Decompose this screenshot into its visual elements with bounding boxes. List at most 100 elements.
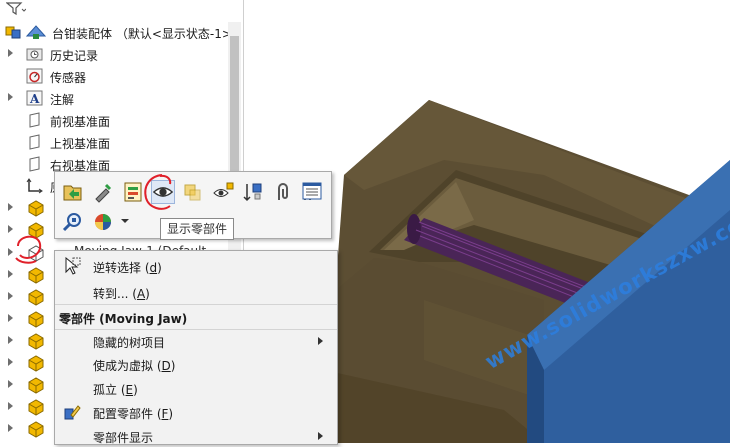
- expand-arrow-icon[interactable]: [8, 292, 13, 300]
- tree-item-part[interactable]: [0, 396, 60, 418]
- context-menu: 逆转选择 (d) 转到... (A) 零部件 (Moving Jaw) 隐藏的树…: [54, 250, 338, 445]
- tree-item-part[interactable]: [0, 219, 60, 241]
- expand-arrow-icon[interactable]: [8, 380, 13, 388]
- display-state-icon: [25, 25, 47, 39]
- cursor-select-icon: [65, 257, 81, 275]
- part-icon: [28, 421, 44, 438]
- appearance-button[interactable]: [91, 210, 115, 234]
- tree-item-part[interactable]: [0, 264, 60, 286]
- tree-item-label: 传感器: [50, 71, 87, 85]
- menu-section-title: 零部件 (Moving Jaw): [59, 312, 188, 326]
- open-part-button[interactable]: [61, 180, 85, 204]
- annotation-icon: A: [26, 90, 43, 106]
- edit-part-button[interactable]: [91, 180, 115, 204]
- tree-item-label: 前视基准面: [50, 115, 111, 129]
- change-transparency-button[interactable]: [181, 180, 205, 204]
- part-icon: [28, 355, 44, 372]
- part-icon: [28, 311, 44, 328]
- plane-icon: [29, 134, 40, 150]
- assembly-visualization-icon: [124, 182, 142, 202]
- plane-icon: [29, 156, 40, 172]
- part-icon: [28, 200, 44, 217]
- part-outline-icon: [28, 245, 44, 262]
- origin-icon: [26, 178, 43, 194]
- expand-arrow-icon[interactable]: [8, 225, 13, 233]
- show-component-button[interactable]: [151, 180, 175, 204]
- menu-item-label: 逆转选择 (d): [93, 261, 162, 275]
- show-component-icon: [152, 187, 174, 197]
- expand-arrow-icon[interactable]: [8, 93, 13, 101]
- menu-item-label: 零部件显示: [93, 431, 154, 445]
- part-icon: [28, 377, 44, 394]
- submenu-arrow-icon: [318, 432, 323, 440]
- zoom-to-selection-icon: [62, 213, 81, 232]
- expand-arrow-icon[interactable]: [8, 402, 13, 410]
- expand-arrow-icon[interactable]: [8, 336, 13, 344]
- expand-arrow-icon[interactable]: [8, 49, 13, 57]
- tree-display-button[interactable]: [300, 179, 324, 203]
- tree-item-part[interactable]: [0, 308, 60, 330]
- expand-arrow-icon[interactable]: [8, 270, 13, 278]
- tree-root-label: 台钳装配体 （默认<显示状态-1>: [52, 27, 232, 41]
- menu-item-label: 隐藏的树项目: [93, 336, 166, 350]
- list-view-icon: [302, 182, 322, 200]
- menu-item-label: 孤立 (E): [93, 383, 138, 397]
- tree-item-annotations[interactable]: A 注解: [0, 87, 226, 109]
- mate-icon: [278, 183, 288, 200]
- tree-item-history[interactable]: 历史记录: [0, 43, 226, 65]
- filter-icon[interactable]: [6, 2, 26, 16]
- component-properties-icon: [243, 183, 262, 202]
- edit-part-icon: [95, 183, 112, 203]
- mate-button[interactable]: [271, 180, 295, 204]
- plane-icon: [29, 112, 40, 128]
- expand-arrow-icon[interactable]: [8, 203, 13, 211]
- menu-item-label: 配置零部件 (F): [93, 407, 174, 421]
- tree-item-top-plane[interactable]: 上视基准面: [0, 131, 226, 153]
- expand-arrow-icon[interactable]: [8, 424, 13, 432]
- expand-arrow-icon[interactable]: [8, 248, 13, 256]
- svg-text:A: A: [29, 92, 40, 106]
- tree-item-sensors[interactable]: 传感器: [0, 65, 226, 87]
- history-folder-icon: [26, 48, 43, 61]
- menu-item-label: 使成为虚拟 (D): [93, 359, 176, 373]
- dropdown-arrow-icon[interactable]: [121, 219, 129, 223]
- open-part-icon: [63, 185, 82, 201]
- component-properties-button[interactable]: [241, 180, 265, 204]
- tree-item-part[interactable]: [0, 286, 60, 308]
- expand-arrow-icon[interactable]: [8, 314, 13, 322]
- hidden-components-icon: [213, 182, 234, 197]
- tree-item-label: 历史记录: [50, 49, 99, 63]
- menu-item-make-virtual[interactable]: 使成为虚拟 (D): [55, 352, 337, 375]
- menu-item-component-display[interactable]: 零部件显示: [55, 424, 337, 447]
- menu-item-goto[interactable]: 转到... (A): [55, 280, 337, 303]
- tree-item-part[interactable]: [0, 330, 60, 352]
- tree-item-front-plane[interactable]: 前视基准面: [0, 109, 226, 131]
- expand-arrow-icon[interactable]: [8, 358, 13, 366]
- menu-section-component: 零部件 (Moving Jaw): [55, 304, 337, 330]
- change-transparency-icon: [184, 184, 201, 201]
- configure-component-icon: [64, 405, 81, 420]
- menu-item-hidden-tree-items[interactable]: 隐藏的树项目: [55, 329, 337, 352]
- menu-item-isolate[interactable]: 孤立 (E): [55, 376, 337, 399]
- part-icon: [28, 222, 44, 239]
- hidden-components-button[interactable]: [211, 180, 235, 204]
- tree-item-part[interactable]: [0, 197, 60, 219]
- assembly-icon: [5, 26, 21, 39]
- filter-bar: [0, 0, 243, 19]
- tree-item-label: 注解: [50, 93, 75, 107]
- submenu-arrow-icon: [318, 337, 323, 345]
- menu-item-invert-selection[interactable]: 逆转选择 (d): [55, 254, 337, 277]
- tree-root-assembly[interactable]: 台钳装配体 （默认<显示状态-1>: [0, 21, 232, 43]
- part-icon: [28, 399, 44, 416]
- menu-item-configure-component[interactable]: 配置零部件 (F): [55, 400, 337, 423]
- tooltip: 显示零部件: [160, 218, 235, 240]
- assembly-visualization-button[interactable]: [121, 180, 145, 204]
- tree-item-label: 上视基准面: [50, 137, 111, 151]
- zoom-to-selection-button[interactable]: [61, 210, 85, 234]
- sensor-icon: [26, 68, 43, 84]
- part-icon: [28, 289, 44, 306]
- tree-item-part[interactable]: [0, 418, 60, 440]
- tree-item-part[interactable]: [0, 352, 60, 374]
- appearance-icon: [95, 214, 111, 230]
- tree-item-part[interactable]: [0, 374, 60, 396]
